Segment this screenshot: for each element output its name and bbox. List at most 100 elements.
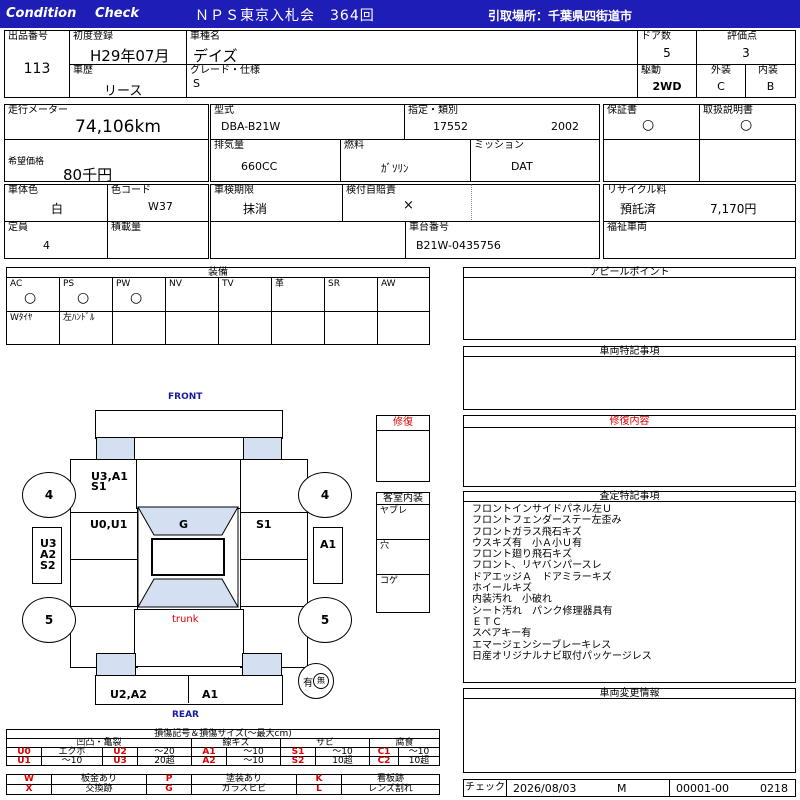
front-label: FRONT [168, 392, 203, 402]
footer-code: 00001-00 [676, 782, 729, 795]
body-color-label: 車体色 [8, 185, 38, 196]
designation-label: 指定・類別 [408, 105, 458, 116]
cabin-item-blank [376, 609, 430, 613]
equip-label: 革 [275, 279, 285, 289]
manual-cell: 取扱説明書 ○ [699, 104, 796, 140]
car-diagram: FRONT REAR 4 4 5 5 有 無 U3,A1 S1 U0,U1 S1… [0, 385, 370, 725]
legend-code: U3 [102, 756, 138, 766]
displacement-cell: 排気量 660CC [210, 139, 341, 182]
recycle-label: リサイクル料 [607, 185, 667, 196]
cabin-item-tear: ヤブレ [376, 504, 430, 540]
auction-title: ＮＰＳ東京入札会 364回 [195, 8, 375, 24]
damage-rear-bumper: U2,A2 [110, 688, 147, 701]
legend-desc: 10超 [315, 756, 370, 766]
cabin-label: 穴 [380, 541, 390, 551]
legend-code: L [296, 784, 342, 795]
grade-label: グレード・仕様 [190, 65, 260, 76]
grade-cell: グレード・仕様 S [186, 64, 638, 98]
drive-cell: 駆動 2WD [637, 64, 697, 98]
model-cell: 型式 DBA-B21W [210, 104, 405, 140]
rating-value: 3 [742, 46, 750, 60]
equip-blank [377, 311, 430, 345]
odometer-label: 走行メーター [8, 105, 68, 116]
body-color-cell: 車体色 白 [4, 184, 108, 222]
color-code-cell: 色コード W37 [107, 184, 209, 222]
note-line: ウスキズ有 小Ａ小Ｕ有 [472, 537, 582, 549]
insurance-cell: 検付自賠責 × [342, 184, 472, 222]
model-label: 型式 [214, 105, 234, 116]
chassis-blank-cell [210, 221, 406, 259]
hood [136, 459, 242, 509]
front-right-corner [242, 437, 282, 461]
manual-label: 取扱説明書 [703, 105, 753, 116]
inspection-notes-body: フロントインサイドパネル左Ｕ フロントフェンダーステー左歪み フロントガラス飛石… [463, 501, 796, 683]
rating-label: 評価点 [727, 31, 757, 42]
equip-label: 左ﾊﾝﾄﾞﾙ [63, 313, 95, 323]
equip-mark: ○ [24, 290, 37, 306]
note-line: 日産オリジナルナビ取付パッケージレス [472, 650, 652, 662]
lot-no-value: 113 [23, 61, 51, 77]
rear-right-corner [242, 653, 282, 677]
right-front-door [240, 512, 308, 562]
equip-ac: AC ○ [6, 277, 60, 312]
glass-label: G [179, 518, 189, 531]
note-line: 内装汚れ 小破れ [472, 594, 552, 606]
appeal-body [463, 277, 796, 340]
desired-price-value: 80千円 [63, 166, 113, 184]
designation-value1: 17552 [433, 120, 468, 133]
cabin-item-burn: コゲ [376, 574, 430, 610]
desired-price-cell: 希望価格 80千円 [4, 139, 209, 184]
note-line: フロントフェンダーステー左歪み [472, 515, 622, 527]
car-name-value: デイズ [193, 47, 238, 65]
equip-left-handle: 左ﾊﾝﾄﾞﾙ [59, 311, 113, 345]
insurance-blank-cell [471, 184, 600, 222]
check-mark: M [617, 782, 627, 795]
tire-front-left: 4 [22, 472, 76, 518]
doors-cell: ドア数 5 [637, 30, 697, 65]
fuel-cell: 燃料 ｶﾞｿﾘﾝ [340, 139, 471, 182]
legend-code: C2 [369, 756, 399, 766]
note-line: フロント廻り飛石キズ [472, 549, 572, 561]
equip-nv: NV [165, 277, 219, 312]
warranty-cell: 保証書 ○ [603, 104, 700, 140]
damage-right-door: S1 [256, 518, 272, 531]
note-line: シート汚れ パンク修理器具有 [472, 605, 613, 617]
exterior-value: C [717, 80, 725, 93]
changes-body [463, 698, 796, 773]
damage-left-side-3: S2 [40, 559, 56, 572]
inspection-value: 抹消 [243, 202, 268, 216]
lot-no-cell: 出品番号 113 [4, 30, 70, 98]
equip-label: PW [116, 279, 131, 289]
note-line: ＥＴＣ [472, 616, 502, 628]
load-cell: 積載量 [107, 221, 209, 259]
first-reg-label: 初度登録 [73, 31, 113, 42]
hood-front [134, 437, 244, 461]
recycle-cell: リサイクル料 預託済 7,170円 [603, 184, 796, 222]
rear-left-corner [96, 653, 136, 677]
load-label: 積載量 [111, 222, 141, 233]
equip-leather: 革 [271, 277, 325, 312]
check-label: チェック [463, 779, 507, 797]
check-date: 2026/08/03 [513, 782, 577, 795]
body-color-value: 白 [51, 202, 64, 216]
rear-bumper-divider [188, 675, 189, 703]
car-name-cell: 車種名 デイズ [186, 30, 638, 65]
warranty-blank-cell [603, 139, 700, 182]
recycle-amount: 7,170円 [710, 202, 757, 216]
brand-right: Check [95, 6, 139, 21]
warranty-value: ○ [642, 117, 655, 133]
insurance-label: 検付自賠責 [346, 185, 396, 196]
chassis-cell: 車台番号 B21W-0435756 [405, 221, 600, 259]
footer-code-cell: 00001-00 0218 [669, 779, 796, 797]
welfare-label: 福祉車両 [607, 222, 647, 233]
legend-desc: レンズ割れ [341, 784, 440, 795]
designation-value2: 2002 [551, 120, 579, 133]
front-bumper [95, 410, 283, 439]
equip-label: NV [169, 279, 182, 289]
odometer-value: 74,106km [75, 117, 161, 137]
transmission-value: DAT [511, 160, 533, 173]
repair-box [376, 430, 430, 482]
equip-ps: PS ○ [59, 277, 113, 312]
equip-label: Wﾀｲﾔ [10, 313, 33, 323]
legend-desc: 20超 [137, 756, 192, 766]
